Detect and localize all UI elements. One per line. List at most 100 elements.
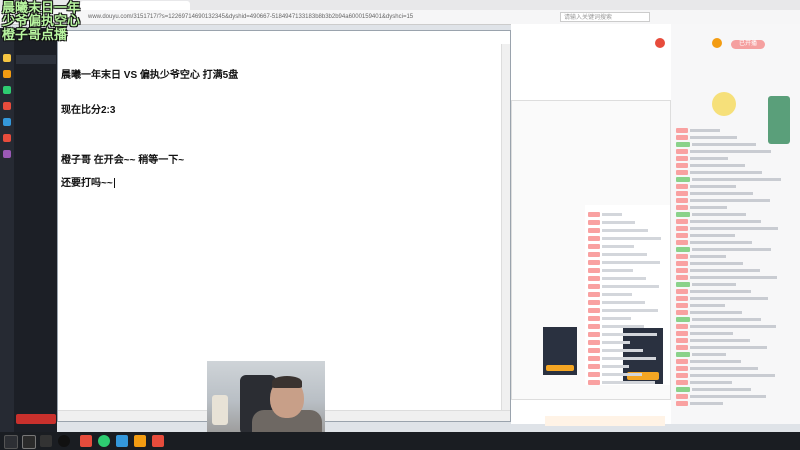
sidebar-row[interactable] [16,232,56,239]
app-icon[interactable] [152,435,164,447]
gift-card-button[interactable] [546,365,574,371]
app-icon[interactable] [134,435,146,447]
user-level-badge [588,244,600,250]
chat-message-placeholder [692,248,771,252]
sidebar-row[interactable] [16,296,56,303]
user-level-badge [588,364,600,370]
user-level-badge [588,356,600,362]
sidebar-row[interactable] [16,393,56,400]
sidebar-row[interactable] [16,144,56,151]
user-level-badge [676,401,688,407]
sidebar-row[interactable] [16,384,56,391]
sidebar-item[interactable] [16,70,56,79]
avatar[interactable] [655,38,665,48]
url-field[interactable]: www.douyu.com/3151717/?s=122697146901323… [88,12,498,22]
app-icon[interactable] [40,435,52,447]
embedded-chat-row [588,348,668,355]
sidebar-row[interactable] [16,153,56,160]
user-level-badge [588,284,600,290]
chat-row [676,317,796,324]
chat-row [676,394,796,401]
embedded-chat-row [588,300,668,307]
chat-row [676,135,796,142]
sidebar-row[interactable] [16,223,56,230]
sidebar-section-header [16,134,56,141]
app-icon[interactable] [58,435,70,447]
embedded-chat-row [588,324,668,331]
app-icon[interactable] [3,86,11,94]
sidebar-bottom-button[interactable] [16,414,56,424]
chat-message-placeholder [690,381,732,385]
app-icon[interactable] [98,435,110,447]
chat-row [676,338,796,345]
chat-row [676,212,796,219]
start-icon[interactable] [4,435,18,449]
embedded-chat-row [588,364,668,371]
app-icon[interactable] [3,118,11,126]
embedded-chat-row [588,332,668,339]
sidebar-row[interactable] [16,287,56,294]
sidebar-item[interactable] [16,55,56,64]
sidebar-row[interactable] [16,269,56,276]
chat-message-placeholder [602,253,647,257]
sidebar-row[interactable] [16,180,56,187]
sidebar-row[interactable] [16,162,56,169]
chat-message-placeholder [690,185,736,189]
sidebar-row[interactable] [16,305,56,312]
live-button[interactable]: 已开播 [731,40,765,49]
user-level-badge [676,142,690,148]
sidebar-row[interactable] [16,260,56,267]
app-icon[interactable] [3,70,11,78]
embedded-chat-row [588,356,668,363]
sidebar-row[interactable] [16,366,56,373]
sidebar-item[interactable] [16,100,56,109]
user-level-badge [676,331,688,337]
app-icon[interactable] [80,435,92,447]
embedded-chat-row [588,220,668,227]
user-level-badge [588,236,600,242]
browser-tab[interactable] [80,1,190,10]
overlay-title-line: 橙子哥点播 [2,27,68,42]
notepad-scrollbar[interactable] [501,44,510,410]
sidebar-row[interactable] [16,278,56,285]
user-level-badge [676,317,690,323]
app-icon[interactable] [22,435,36,449]
sidebar-row[interactable] [16,330,56,337]
chat-message-placeholder [690,339,750,343]
sidebar-row[interactable] [16,171,56,178]
user-level-badge [676,296,688,302]
search-input[interactable]: 请输入关键词搜索 [560,12,650,22]
chat-row [676,310,796,317]
embedded-chat-row [588,308,668,315]
chat-row [676,373,796,380]
chat-message-placeholder [602,293,632,297]
chat-message-placeholder [602,349,643,353]
gift-card[interactable] [543,327,577,375]
user-level-badge [676,135,688,141]
user-level-badge [676,128,688,134]
chat-message-placeholder [690,255,726,259]
chat-row [676,226,796,233]
sidebar-icon-column [0,28,14,432]
embedded-chat-row [588,244,668,251]
app-icon[interactable] [3,54,11,62]
chat-message-placeholder [692,353,726,357]
sidebar-row[interactable] [16,339,56,346]
chat-row [676,149,796,156]
app-icon[interactable] [116,435,128,447]
app-icon[interactable] [3,150,11,158]
user-level-badge [676,254,688,260]
sidebar-row[interactable] [16,214,56,221]
sidebar-item[interactable] [16,85,56,94]
notepad-line[interactable]: 还要打吗~~ [61,174,115,189]
avatar[interactable] [712,38,722,48]
app-icon[interactable] [3,102,11,110]
app-icon[interactable] [3,134,11,142]
text-caret [113,178,115,189]
user-level-badge [588,372,600,378]
chat-row [676,205,796,212]
sidebar-row[interactable] [16,375,56,382]
chat-row [676,233,796,240]
system-clock[interactable] [770,435,798,447]
chat-message-placeholder [690,346,767,350]
